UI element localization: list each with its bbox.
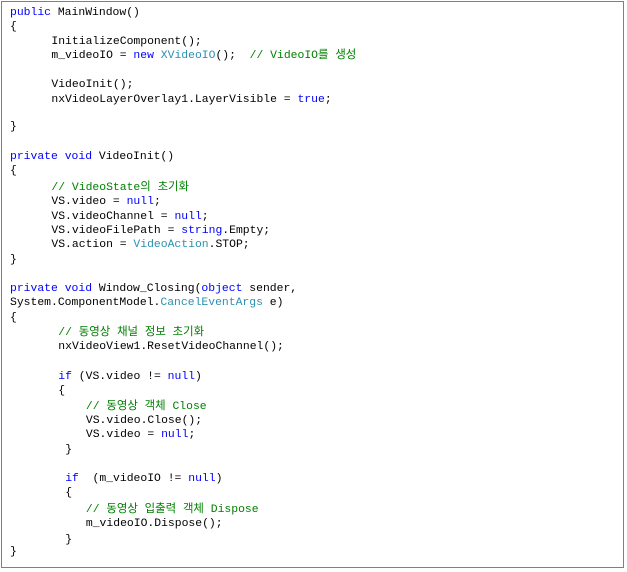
type-token: XVideoIO (160, 50, 216, 62)
code-token: { (10, 21, 17, 33)
keyword-token: null (126, 196, 154, 208)
code-token: } (10, 254, 17, 266)
code-token: { (65, 487, 73, 499)
code-line: if (m_videoIO != null) (65, 472, 222, 486)
comment-token: // 동영상 채널 정보 초기화 (58, 327, 205, 339)
code-token: Window_Closing( (92, 283, 202, 295)
comment-token: // 동영상 입출력 객체 Dispose (85, 504, 259, 516)
code-token: .STOP; (208, 239, 250, 251)
code-token: nxVideoLayerOverlay1.LayerVisible = (51, 94, 298, 106)
code-line: } (65, 443, 72, 457)
code-token: VS.video = (85, 429, 162, 441)
code-token: MainWindow() (51, 7, 140, 19)
code-line: m_videoIO = new XVideoIO(); // VideoIO를 … (51, 49, 356, 63)
code-line: } (10, 253, 17, 267)
keyword-token: null (174, 211, 202, 223)
code-line: } (10, 545, 17, 559)
code-token: { (10, 312, 17, 324)
code-token: ; (324, 94, 332, 106)
code-line: // 동영상 입출력 객체 Dispose (86, 503, 259, 517)
code-token: (VS.video != (71, 371, 168, 383)
code-line: VS.video.Close(); (86, 414, 202, 428)
code-token: sender, (242, 283, 298, 295)
code-token: m_videoIO.Dispose(); (85, 518, 223, 530)
code-token: ; (153, 196, 161, 208)
code-line: VS.action = VideoAction.STOP; (51, 238, 249, 252)
code-token: VS.videoFilePath = (51, 225, 182, 237)
code-token: { (58, 385, 66, 397)
keyword-token: private (10, 151, 58, 163)
code-snippet-frame: public MainWindow(){InitializeComponent(… (1, 1, 624, 568)
code-line: } (65, 533, 72, 547)
code-line: // 동영상 채널 정보 초기화 (58, 326, 204, 340)
code-line: public MainWindow() (10, 6, 140, 20)
code-line: private void Window_Closing(object sende… (10, 282, 297, 296)
keyword-token: null (161, 429, 189, 441)
code-token: VS.action = (51, 239, 134, 251)
keyword-token: void (64, 151, 93, 163)
code-token: InitializeComponent(); (51, 36, 202, 48)
code-line: } (10, 120, 17, 134)
code-token: ) (215, 473, 223, 485)
code-line: // 동영상 객체 Close (86, 400, 207, 414)
code-token: VideoInit() (92, 151, 175, 163)
keyword-token: object (201, 283, 243, 295)
code-token: nxVideoView1.ResetVideoChannel(); (58, 341, 284, 353)
keyword-token: new (133, 50, 154, 62)
code-token: ) (195, 371, 202, 383)
code-token: } (10, 546, 17, 558)
code-line: VideoInit(); (51, 78, 133, 92)
type-token: VideoAction (133, 239, 209, 251)
keyword-token: null (167, 371, 196, 383)
code-token: m_videoIO = (51, 50, 134, 62)
code-token: ; (188, 429, 196, 441)
code-line: nxVideoLayerOverlay1.LayerVisible = true… (51, 93, 331, 107)
comment-token: // VideoState의 초기화 (51, 182, 190, 194)
comment-token: // 동영상 객체 Close (85, 401, 207, 413)
code-line: VS.video = null; (51, 195, 160, 209)
code-token: VS.videoChannel = (51, 211, 175, 223)
code-token: e) (262, 297, 284, 309)
code-line: if (VS.video != null) (58, 370, 202, 384)
keyword-token: private (10, 283, 58, 295)
code-token: ; (201, 211, 209, 223)
code-token: } (10, 121, 17, 133)
code-line: private void VideoInit() (10, 150, 174, 164)
code-token: (m_videoIO != (78, 473, 189, 485)
comment-token: // VideoIO를 생성 (249, 50, 357, 62)
code-token: (); (215, 50, 250, 62)
code-line: m_videoIO.Dispose(); (86, 517, 223, 531)
code-line: VS.videoFilePath = string.Empty; (51, 224, 270, 238)
code-line: { (10, 164, 17, 178)
code-token: .Empty; (222, 225, 271, 237)
keyword-token: if (65, 473, 79, 485)
type-token: CancelEventArgs (160, 297, 263, 309)
code-line: VS.video = null; (86, 428, 195, 442)
code-token: VS.video = (51, 196, 127, 208)
code-token: { (10, 165, 17, 177)
keyword-token: null (188, 473, 216, 485)
keyword-token: string (181, 225, 223, 237)
code-token: } (65, 444, 73, 456)
code-token: System.ComponentModel. (10, 297, 161, 309)
keyword-token: void (64, 283, 93, 295)
code-line: System.ComponentModel.CancelEventArgs e) (10, 296, 283, 310)
keyword-token: true (297, 94, 325, 106)
code-line: { (58, 384, 65, 398)
code-line: VS.videoChannel = null; (51, 210, 208, 224)
keyword-token: public (10, 7, 52, 19)
code-token: } (65, 534, 73, 546)
code-line: { (65, 486, 72, 500)
code-line: // VideoState의 초기화 (51, 181, 189, 195)
code-line: InitializeComponent(); (51, 35, 201, 49)
keyword-token: if (58, 371, 72, 383)
code-line: { (10, 311, 17, 325)
code-line: { (10, 20, 17, 34)
code-token: VS.video.Close(); (85, 415, 203, 427)
code-token: VideoInit(); (51, 79, 134, 91)
code-line: nxVideoView1.ResetVideoChannel(); (58, 340, 284, 354)
